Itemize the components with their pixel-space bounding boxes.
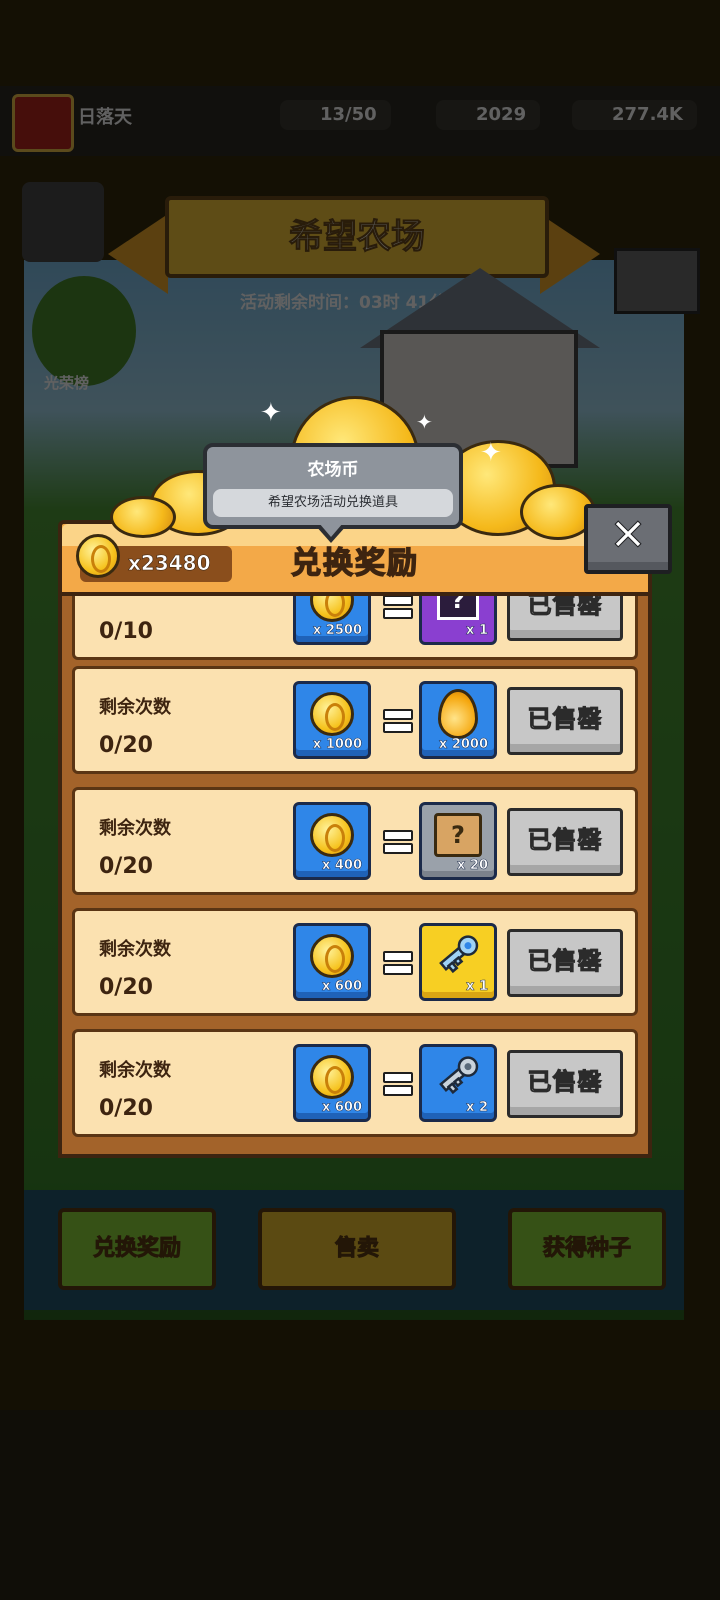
cost-quantity: x 600 bbox=[321, 1100, 363, 1116]
silver-key-icon bbox=[433, 1050, 483, 1104]
coin-icon bbox=[110, 496, 176, 538]
cost-quantity: x 1000 bbox=[312, 737, 363, 753]
energy-counter: 13/50 bbox=[280, 100, 391, 130]
cost-item[interactable]: x 2500 bbox=[293, 596, 371, 645]
cost-quantity: x 600 bbox=[321, 979, 363, 995]
sold-out-button[interactable]: 已售罄 bbox=[507, 1050, 623, 1118]
reward-item[interactable]: ? x 1 bbox=[419, 596, 497, 645]
sold-out-button[interactable]: 已售罄 bbox=[507, 808, 623, 876]
reward-quantity: x 2 bbox=[466, 1100, 488, 1116]
farm-coin-icon bbox=[310, 934, 354, 979]
remaining-label: 剩余次数 bbox=[99, 1060, 171, 1081]
cost-item[interactable]: x 600 bbox=[293, 923, 371, 1001]
cost-item[interactable]: x 600 bbox=[293, 1044, 371, 1122]
equals-icon bbox=[383, 596, 413, 619]
bg-sell-button: 售卖 bbox=[258, 1208, 456, 1290]
reward-row: 剩余次数 0/20 x 600 x 2 已售罄 bbox=[72, 1029, 638, 1137]
modal-title: 兑换奖励 bbox=[290, 545, 419, 582]
close-button[interactable]: ✕ bbox=[584, 504, 672, 574]
remaining-count: 0/20 bbox=[99, 854, 153, 879]
remaining-count: 0/20 bbox=[99, 975, 153, 1000]
close-icon: ✕ bbox=[609, 510, 647, 562]
farm-coin-icon bbox=[310, 1055, 354, 1100]
farm-coin-icon[interactable] bbox=[76, 534, 120, 578]
farm-coin-tooltip: 农场币 希望农场活动兑换道具 bbox=[203, 443, 463, 543]
gold-key-icon bbox=[433, 929, 483, 983]
sparkle-icon: ✦ bbox=[260, 398, 282, 428]
event-title-banner: 希望农场 bbox=[165, 196, 549, 278]
remaining-label: 剩余次数 bbox=[99, 697, 171, 718]
reward-row: 0/10 x 2500? x 1 已售罄 bbox=[72, 596, 638, 660]
player-name: 日落天 bbox=[78, 107, 132, 128]
remaining-count: 0/10 bbox=[99, 619, 153, 644]
avatar bbox=[12, 94, 74, 152]
cost-quantity: x 2500 bbox=[312, 623, 363, 639]
reward-list[interactable]: 0/10 x 2500? x 1 已售罄 剩余次数 0/20 x 1000 x 2000 已售罄… bbox=[58, 592, 652, 1158]
tree bbox=[32, 276, 136, 386]
sold-out-button[interactable]: 已售罄 bbox=[507, 596, 623, 641]
tooltip-pointer-fill bbox=[319, 523, 343, 537]
cost-quantity: x 400 bbox=[321, 858, 363, 874]
reward-quantity: x 20 bbox=[456, 858, 489, 874]
sparkle-icon: ✦ bbox=[480, 438, 502, 468]
mystery-box-icon: ? bbox=[437, 596, 479, 621]
banner-arrow-left bbox=[108, 214, 168, 294]
sold-out-button[interactable]: 已售罄 bbox=[507, 929, 623, 997]
leaderboard-label: 光荣榜 bbox=[44, 374, 90, 392]
reward-row: 剩余次数 0/20 x 1000 x 2000 已售罄 bbox=[72, 666, 638, 774]
bg-exchange-button: 兑换奖励 bbox=[58, 1208, 216, 1290]
sparkle-icon: ✦ bbox=[416, 410, 433, 434]
reward-row: 剩余次数 0/20 x 600 x 1 已售罄 bbox=[72, 908, 638, 1016]
reward-quantity: x 1 bbox=[466, 623, 488, 639]
farm-coin-icon bbox=[310, 813, 354, 858]
equals-icon bbox=[383, 709, 413, 733]
gem-counter: 2029 bbox=[436, 100, 541, 130]
map-scroll-icon: ? bbox=[434, 813, 482, 858]
exchange-modal: x23480 兑换奖励 0/10 x 2500? x 1 已售罄 剩余次数 0/20 x 1… bbox=[58, 520, 656, 1158]
remaining-count: 0/20 bbox=[99, 733, 153, 758]
reward-item[interactable]: x 2 bbox=[419, 1044, 497, 1122]
reward-quantity: x 2000 bbox=[438, 737, 489, 753]
equals-icon bbox=[383, 830, 413, 854]
menu-button bbox=[22, 182, 104, 262]
bg-seeds-button: 获得种子 bbox=[508, 1208, 666, 1290]
reward-item[interactable]: x 2000 bbox=[419, 681, 497, 759]
remaining-label: 剩余次数 bbox=[99, 818, 171, 839]
farm-coin-icon bbox=[310, 596, 354, 623]
reward-item[interactable]: x 1 bbox=[419, 923, 497, 1001]
bottom-nav bbox=[0, 1410, 720, 1600]
oil-drop-icon bbox=[438, 689, 478, 740]
reward-quantity: x 1 bbox=[466, 979, 488, 995]
equals-icon bbox=[383, 951, 413, 975]
remaining-label: 剩余次数 bbox=[99, 939, 171, 960]
cost-item[interactable]: x 400 bbox=[293, 802, 371, 880]
gold-counter: 277.4K bbox=[572, 100, 697, 130]
remaining-count: 0/20 bbox=[99, 1096, 153, 1121]
background-close-button bbox=[614, 248, 700, 314]
equals-icon bbox=[383, 1072, 413, 1096]
reward-item[interactable]: ? x 20 bbox=[419, 802, 497, 880]
tooltip-description: 希望农场活动兑换道具 bbox=[213, 489, 453, 517]
tooltip-title: 农场币 bbox=[307, 460, 359, 480]
sold-out-button[interactable]: 已售罄 bbox=[507, 687, 623, 755]
cost-item[interactable]: x 1000 bbox=[293, 681, 371, 759]
farm-coin-icon bbox=[310, 692, 354, 737]
reward-row: 剩余次数 0/20 x 400? x 20 已售罄 bbox=[72, 787, 638, 895]
